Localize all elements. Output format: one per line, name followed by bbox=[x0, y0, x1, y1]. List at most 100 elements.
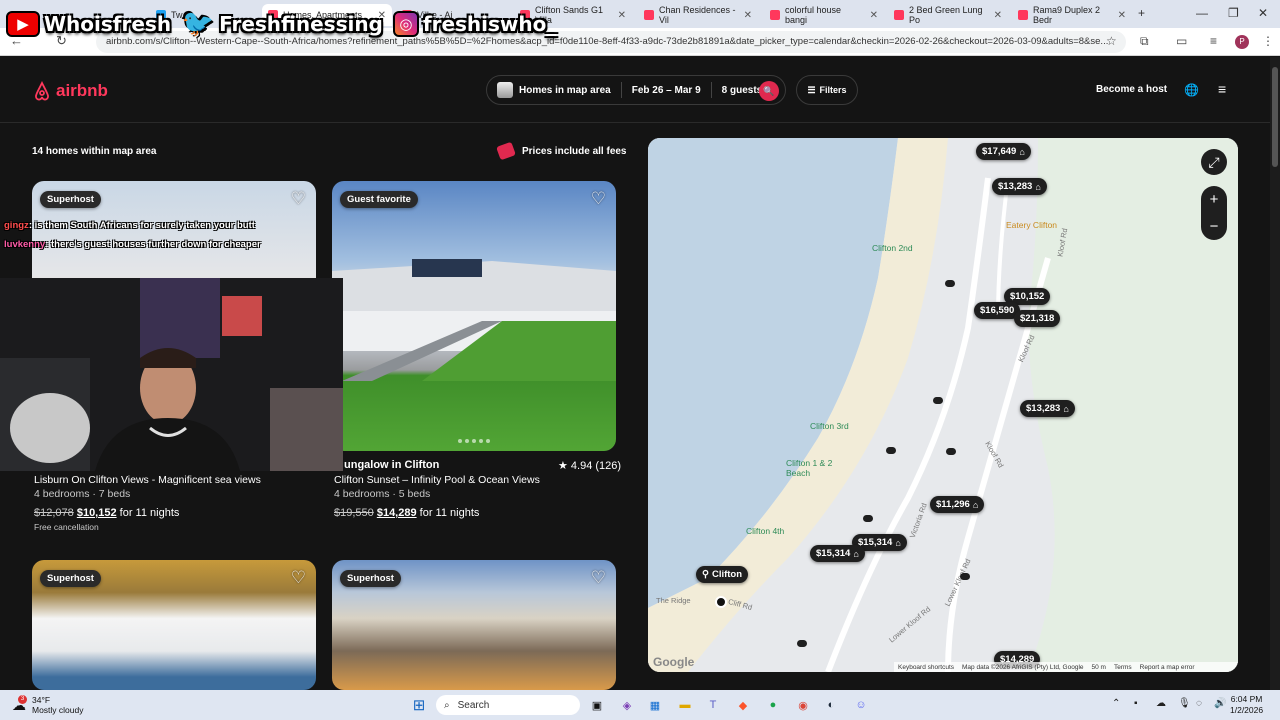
superhost-badge: Superhost bbox=[340, 570, 401, 587]
teams-icon[interactable]: T bbox=[704, 696, 722, 714]
close-tab-icon[interactable]: ✕ bbox=[618, 10, 626, 21]
profile-avatar[interactable]: P bbox=[1235, 35, 1249, 49]
wishlist-heart-icon[interactable]: ♡ bbox=[291, 568, 306, 588]
browser-tab[interactable]: 2 Bed Green Lung Po ✕ bbox=[888, 4, 1008, 26]
map-marker[interactable] bbox=[863, 515, 873, 522]
map-data-credit: Map data ©2026 AfriGIS (Pty) Ltd, Google bbox=[962, 663, 1084, 671]
stream-social-overlay: ▶ Whoisfresh 🐦 Freshfinessing ◎ freshisw… bbox=[0, 6, 556, 42]
restore-icon[interactable]: ❐ bbox=[1228, 6, 1239, 20]
map-marker[interactable] bbox=[933, 397, 943, 404]
filters-button[interactable]: ☰ Filters bbox=[796, 75, 858, 105]
map-panel[interactable]: Clifton 2nd Clifton 3rd Clifton 1 & 2 Be… bbox=[648, 138, 1238, 672]
downloads-icon[interactable]: ≡ bbox=[1210, 34, 1217, 48]
expand-icon: ⤢ bbox=[1208, 153, 1220, 170]
chat-message: gingz: is them South Africans for surely… bbox=[4, 220, 255, 231]
airbnb-logo-icon bbox=[35, 81, 49, 101]
wishlist-heart-icon[interactable]: ♡ bbox=[291, 189, 306, 209]
tray-app-icon[interactable]: ▪ bbox=[1134, 698, 1138, 709]
price-pin[interactable]: $21,318 bbox=[1014, 310, 1061, 327]
tray-overflow-icon[interactable]: ⌃ bbox=[1112, 698, 1120, 709]
microphone-icon[interactable]: 🎙 bbox=[1178, 698, 1191, 709]
keyboard-shortcuts-link[interactable]: Keyboard shortcuts bbox=[898, 664, 954, 671]
taskbar-search[interactable]: ⌕ Search bbox=[436, 695, 580, 715]
listing-price[interactable]: $12,078 $10,152 for 11 nights bbox=[34, 507, 179, 519]
browser-tab[interactable]: Chan Residences - Vil ✕ bbox=[638, 4, 758, 26]
wishlist-heart-icon[interactable]: ♡ bbox=[591, 568, 606, 588]
close-window-icon[interactable]: ✕ bbox=[1258, 6, 1268, 20]
map-place-label: Clifton 4th bbox=[746, 526, 785, 536]
search-bar[interactable]: Homes in map area Feb 26 – Mar 9 8 guest… bbox=[486, 75, 786, 105]
zoom-out-button[interactable]: − bbox=[1201, 213, 1227, 240]
terms-link[interactable]: Terms bbox=[1114, 664, 1132, 671]
map-marker[interactable] bbox=[946, 448, 956, 455]
discord-icon[interactable]: ☺ bbox=[852, 696, 870, 714]
close-tab-icon[interactable]: ✕ bbox=[870, 10, 878, 21]
steam-icon[interactable]: ◐ bbox=[822, 696, 840, 714]
price-pin[interactable]: $11,296 ⌂ bbox=[930, 496, 985, 513]
chrome-icon[interactable]: ◉ bbox=[794, 696, 812, 714]
page-scrollbar[interactable] bbox=[1270, 57, 1280, 690]
windows-start-icon[interactable]: ⊞ bbox=[410, 696, 428, 714]
listing-photo[interactable]: Superhost ♡ bbox=[32, 560, 316, 690]
sliders-icon: ☰ bbox=[807, 84, 816, 95]
volume-icon[interactable]: 🔊 bbox=[1214, 698, 1226, 709]
become-host-link[interactable]: Become a host bbox=[1096, 84, 1167, 95]
brave-icon[interactable]: ◆ bbox=[734, 696, 752, 714]
map-marker[interactable] bbox=[945, 280, 955, 287]
bookmark-star-icon[interactable]: ☆ bbox=[1106, 34, 1117, 48]
extensions-icon[interactable]: ⧉ bbox=[1140, 34, 1149, 49]
report-map-error-link[interactable]: Report a map error bbox=[1140, 664, 1195, 671]
listing-price[interactable]: $19,550 $14,289 for 11 nights bbox=[334, 507, 479, 519]
store-icon[interactable]: ▦ bbox=[646, 696, 664, 714]
map-place-label: Clifton 3rd bbox=[810, 421, 849, 431]
map-attribution: Keyboard shortcuts Map data ©2026 AfriGI… bbox=[894, 662, 1238, 672]
map-marker[interactable] bbox=[797, 640, 807, 647]
browser-tab[interactable]: Rama9 Duplex 2 Bedr ✕ bbox=[1012, 4, 1132, 26]
twitter-handle: Freshfinessing bbox=[219, 12, 383, 36]
zoom-controls: + − bbox=[1201, 186, 1227, 240]
close-tab-icon[interactable]: ✕ bbox=[1118, 10, 1126, 21]
close-tab-icon[interactable]: ✕ bbox=[994, 10, 1002, 21]
map-marker[interactable] bbox=[886, 447, 896, 454]
twitter-icon: 🐦 bbox=[181, 9, 215, 39]
discounted-price: $10,152 bbox=[76, 507, 117, 519]
browser-tab[interactable]: colorful house bangi ✕ bbox=[764, 4, 884, 26]
map-road-label: The Ridge bbox=[656, 596, 691, 605]
youtube-handle: Whoisfresh bbox=[44, 12, 172, 36]
close-tab-icon[interactable]: ✕ bbox=[744, 10, 752, 21]
copilot-icon[interactable]: ◈ bbox=[618, 696, 636, 714]
weather-widget[interactable]: ☁ 3 34°F Mostly cloudy bbox=[12, 695, 84, 715]
home-icon: ⌂ bbox=[1019, 146, 1025, 157]
file-explorer-icon[interactable]: ▬ bbox=[676, 696, 694, 714]
cast-icon[interactable]: ▭ bbox=[1176, 34, 1187, 48]
wishlist-heart-icon[interactable]: ♡ bbox=[591, 189, 606, 209]
location-chip[interactable]: ⚲ Clifton bbox=[696, 566, 749, 583]
map-marker[interactable] bbox=[960, 573, 970, 580]
wifi-icon[interactable]: ◌ bbox=[1196, 698, 1202, 709]
where-field[interactable]: Homes in map area bbox=[487, 82, 621, 98]
new-tab-icon[interactable]: + bbox=[1138, 6, 1145, 20]
network-icon[interactable]: ☁ bbox=[1156, 698, 1166, 709]
price-pin[interactable]: $13,283 ⌂ bbox=[1020, 400, 1075, 417]
expand-map-button[interactable]: ⤢ bbox=[1201, 149, 1227, 175]
minimize-icon[interactable]: — bbox=[1196, 6, 1208, 20]
task-view-icon[interactable]: ▣ bbox=[588, 696, 606, 714]
app-icon[interactable]: ● bbox=[764, 696, 782, 714]
price-pin[interactable]: $15,314 ⌂ bbox=[810, 545, 865, 562]
globe-icon[interactable]: 🌐 bbox=[1184, 83, 1199, 97]
listing-photo[interactable]: Guest favorite ♡ bbox=[332, 181, 616, 451]
search-button[interactable]: 🔍 bbox=[759, 81, 779, 101]
zoom-in-button[interactable]: + bbox=[1201, 186, 1227, 213]
original-price: $19,550 bbox=[334, 507, 374, 519]
browser-menu-icon[interactable]: ⋮ bbox=[1262, 34, 1274, 48]
scrollbar-thumb[interactable] bbox=[1272, 67, 1278, 167]
chat-message: luvkenny: there's guest houses further d… bbox=[4, 239, 261, 250]
airbnb-logo[interactable]: airbnb bbox=[32, 81, 108, 101]
price-pin[interactable]: $13,283 ⌂ bbox=[992, 178, 1047, 195]
system-clock[interactable]: 6:04 PM 1/2/2026 bbox=[1230, 694, 1263, 716]
dates-field[interactable]: Feb 26 – Mar 9 bbox=[622, 85, 711, 96]
hamburger-menu-icon[interactable]: ≡ bbox=[1218, 81, 1226, 97]
listing-photo[interactable]: Superhost ♡ bbox=[332, 560, 616, 690]
windows-taskbar: ☁ 3 34°F Mostly cloudy ⊞ ⌕ Search ▣ ◈ ▦ ▬ T… bbox=[0, 690, 1280, 720]
price-pin[interactable]: $17,649 ⌂ bbox=[976, 143, 1031, 160]
